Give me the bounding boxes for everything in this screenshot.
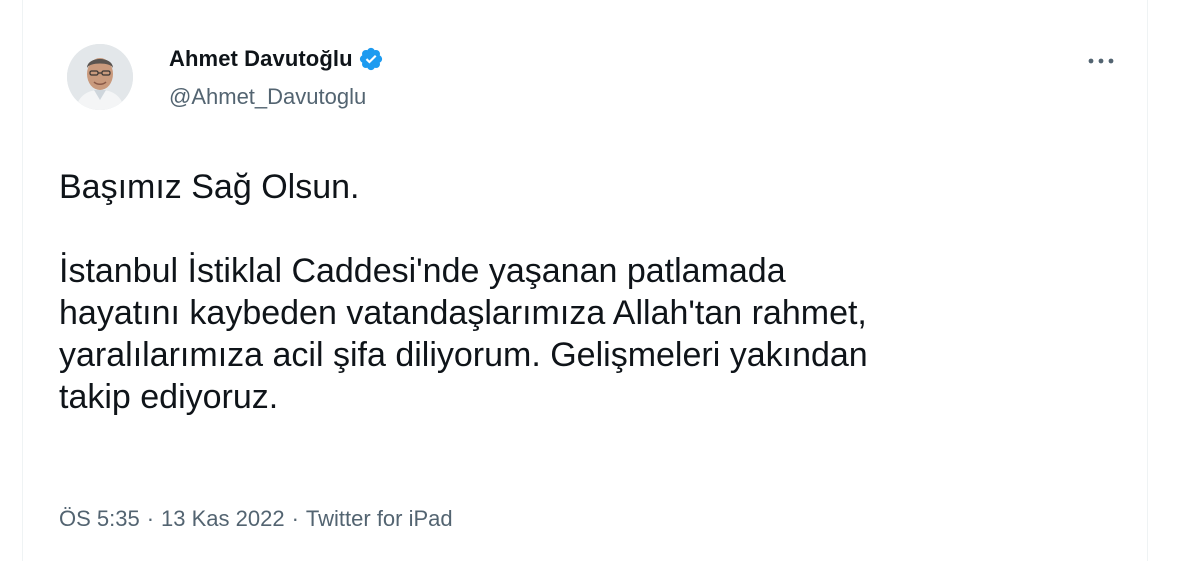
more-options-button[interactable] [1083,48,1119,74]
author-handle[interactable]: @Ahmet_Davutoglu [169,84,366,110]
meta-separator: · [146,506,155,531]
avatar[interactable] [67,44,133,110]
tweet-metadata: ÖS 5:35 · 13 Kas 2022 · Twitter for iPad [59,506,453,532]
tweet-source[interactable]: Twitter for iPad [306,506,453,532]
tweet-date[interactable]: 13 Kas 2022 [161,506,285,532]
more-horizontal-icon [1088,58,1114,64]
tweet-time[interactable]: ÖS 5:35 [59,506,140,532]
avatar-photo [67,44,133,110]
author-display-name[interactable]: Ahmet Davutoğlu [169,46,353,72]
author-name-row[interactable]: Ahmet Davutoğlu [169,46,384,72]
meta-separator: · [291,506,299,531]
tweet-card: Ahmet Davutoğlu @Ahmet_Davutoglu Başımız… [22,0,1148,561]
verified-badge-icon [358,46,384,72]
tweet-text: Başımız Sağ Olsun. İstanbul İstiklal Cad… [59,168,868,416]
